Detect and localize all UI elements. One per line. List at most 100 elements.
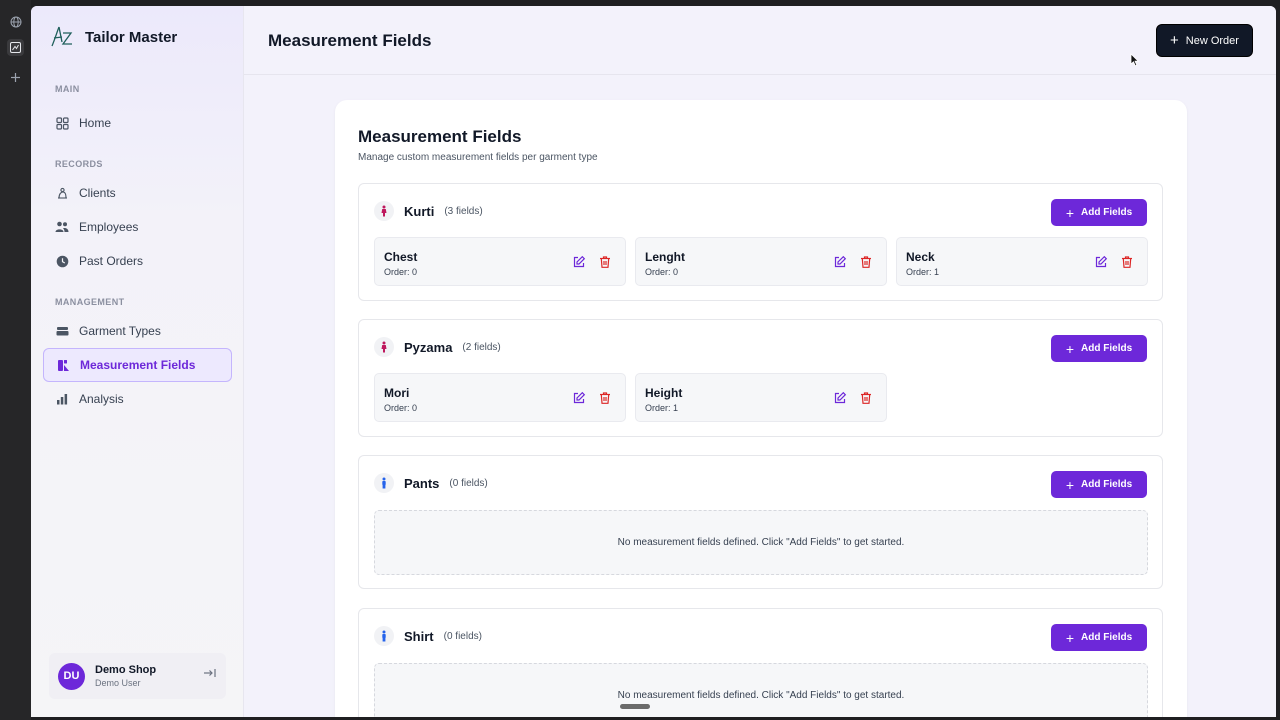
- new-order-label: New Order: [1185, 34, 1239, 47]
- garment-name: Pyzama: [404, 339, 453, 355]
- measurement-field-card: Lenght Order: 0: [635, 237, 887, 286]
- card-title: Measurement Fields: [358, 127, 522, 146]
- brand-name: Tailor Master: [85, 28, 178, 46]
- edit-icon[interactable]: [572, 391, 586, 405]
- layers-icon: [55, 324, 69, 338]
- trash-icon[interactable]: [859, 255, 873, 269]
- garment-field-count: (2 fields): [462, 341, 501, 353]
- clock-icon: [55, 254, 69, 268]
- measurement-field-card: Mori Order: 0: [374, 373, 626, 422]
- measurement-fields-card: Measurement Fields Manage custom measure…: [335, 100, 1187, 717]
- sidebar-item-clients[interactable]: Clients: [43, 176, 232, 210]
- trash-icon[interactable]: [598, 391, 612, 405]
- logout-icon[interactable]: [203, 667, 216, 682]
- bar-chart-icon: [55, 392, 69, 406]
- edit-icon[interactable]: [833, 391, 847, 405]
- sidebar-item-label: Analysis: [79, 392, 124, 406]
- brand[interactable]: Tailor Master: [49, 24, 177, 50]
- field-order: Order: 0: [384, 403, 418, 413]
- garment-section-kurti: Kurti (3 fields) + Add Fields Chest Orde…: [358, 183, 1163, 301]
- brand-logo-icon: [51, 26, 73, 47]
- garment-person-icon: [374, 201, 394, 221]
- garment-name: Shirt: [404, 628, 434, 644]
- plus-icon: +: [1065, 476, 1075, 493]
- field-name: Mori: [384, 386, 410, 400]
- sidebar-item-home[interactable]: Home: [43, 106, 232, 140]
- add-fields-label: Add Fields: [1081, 343, 1133, 354]
- sidebar-item-label: Garment Types: [79, 324, 161, 338]
- user-card[interactable]: DU Demo Shop Demo User: [49, 653, 226, 699]
- edit-icon[interactable]: [572, 255, 586, 269]
- trash-icon[interactable]: [859, 391, 873, 405]
- garment-field-count: (3 fields): [444, 205, 483, 217]
- field-order: Order: 0: [384, 267, 418, 277]
- plus-icon: +: [1065, 340, 1075, 357]
- ruler-icon: [56, 358, 70, 372]
- empty-state-message: No measurement fields defined. Click "Ad…: [374, 510, 1148, 575]
- mouse-cursor-icon: [1130, 53, 1140, 67]
- sidebar-item-label: Clients: [79, 186, 116, 200]
- garment-section-pyzama: Pyzama (2 fields) + Add Fields Mori Orde…: [358, 319, 1163, 437]
- add-fields-button[interactable]: + Add Fields: [1051, 335, 1147, 362]
- add-fields-label: Add Fields: [1081, 479, 1133, 490]
- browser-side-rail: [0, 0, 31, 720]
- plus-icon: +: [1065, 204, 1075, 221]
- measurement-field-card: Neck Order: 1: [896, 237, 1148, 286]
- sidebar-item-measurement-fields[interactable]: Measurement Fields: [43, 348, 232, 382]
- new-order-button[interactable]: + New Order: [1156, 24, 1253, 57]
- sidebar-item-label: Measurement Fields: [80, 358, 196, 372]
- garment-person-icon: [374, 626, 394, 646]
- garment-field-count: (0 fields): [443, 630, 482, 642]
- sidebar-item-label: Employees: [79, 220, 139, 234]
- field-name: Height: [645, 386, 683, 400]
- field-name: Chest: [384, 250, 418, 264]
- user-name: Demo Shop: [95, 664, 157, 676]
- garment-section-shirt: Shirt (0 fields) + Add Fields No measure…: [358, 608, 1163, 717]
- sidebar: Tailor Master MAIN Home RECORDS Clients …: [31, 6, 244, 717]
- edit-icon[interactable]: [833, 255, 847, 269]
- scissors-icon: [55, 186, 69, 200]
- scroll-handle[interactable]: [620, 704, 650, 709]
- garment-field-count: (0 fields): [449, 477, 488, 489]
- user-role: Demo User: [95, 678, 141, 688]
- add-fields-button[interactable]: + Add Fields: [1051, 471, 1147, 498]
- sidebar-item-past-orders[interactable]: Past Orders: [43, 244, 232, 278]
- users-icon: [55, 220, 69, 234]
- top-bar: Measurement Fields + New Order: [244, 6, 1276, 75]
- sidebar-item-label: Home: [79, 116, 112, 130]
- field-name: Lenght: [645, 250, 685, 264]
- globe-icon[interactable]: [7, 13, 24, 30]
- edit-icon[interactable]: [1094, 255, 1108, 269]
- sidebar-item-employees[interactable]: Employees: [43, 210, 232, 244]
- sidebar-item-analysis[interactable]: Analysis: [43, 382, 232, 416]
- garment-person-icon: [374, 337, 394, 357]
- section-label-management: MANAGEMENT: [55, 297, 125, 307]
- grid-icon: [55, 116, 69, 130]
- app-window: Tailor Master MAIN Home RECORDS Clients …: [31, 6, 1276, 717]
- field-name: Neck: [906, 250, 935, 264]
- garment-section-pants: Pants (0 fields) + Add Fields No measure…: [358, 455, 1163, 589]
- page-title: Measurement Fields: [268, 31, 432, 50]
- app-tab-icon[interactable]: [7, 39, 24, 56]
- field-order: Order: 1: [645, 403, 679, 413]
- add-fields-button[interactable]: + Add Fields: [1051, 199, 1147, 226]
- trash-icon[interactable]: [598, 255, 612, 269]
- plus-icon: +: [1170, 32, 1179, 49]
- trash-icon[interactable]: [1120, 255, 1134, 269]
- plus-icon: +: [1065, 629, 1075, 646]
- add-fields-label: Add Fields: [1081, 632, 1133, 643]
- add-fields-label: Add Fields: [1081, 207, 1133, 218]
- plus-icon[interactable]: [7, 69, 24, 86]
- add-fields-button[interactable]: + Add Fields: [1051, 624, 1147, 651]
- garment-name: Kurti: [404, 203, 435, 219]
- field-order: Order: 1: [906, 267, 940, 277]
- garment-name: Pants: [404, 475, 440, 491]
- field-order: Order: 0: [645, 267, 679, 277]
- empty-state-message: No measurement fields defined. Click "Ad…: [374, 663, 1148, 717]
- sidebar-item-garment-types[interactable]: Garment Types: [43, 314, 232, 348]
- section-label-records: RECORDS: [55, 159, 103, 169]
- garment-person-icon: [374, 473, 394, 493]
- measurement-field-card: Height Order: 1: [635, 373, 887, 422]
- measurement-field-card: Chest Order: 0: [374, 237, 626, 286]
- card-subtitle: Manage custom measurement fields per gar…: [358, 152, 598, 163]
